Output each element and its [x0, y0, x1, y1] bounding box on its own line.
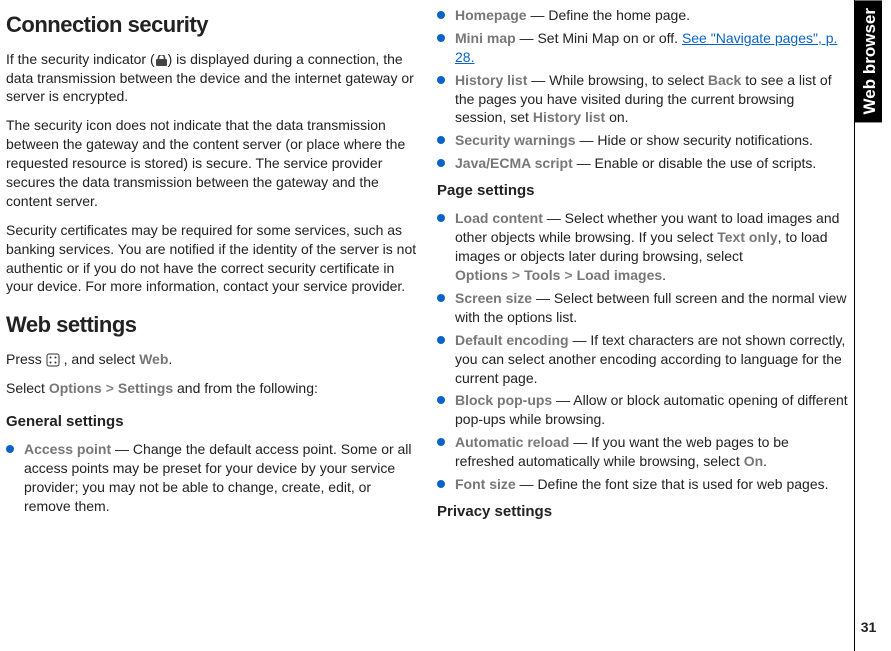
label-screen-size: Screen size: [455, 290, 532, 306]
bullet-icon: [437, 480, 445, 488]
li-text: Load content — Select whether you want t…: [455, 209, 848, 285]
text-fragment: Press: [6, 351, 46, 367]
list-item: Access point — Change the default access…: [6, 440, 417, 516]
text-fragment: If the security indicator (: [6, 51, 155, 67]
text-fragment: , and select: [60, 351, 139, 367]
bullet-icon: [437, 159, 445, 167]
label-homepage: Homepage: [455, 7, 527, 23]
li-text: Security warnings — Hide or show securit…: [455, 131, 848, 150]
para-certificates: Security certificates may be required fo…: [6, 221, 417, 297]
label-default-encoding: Default encoding: [455, 332, 569, 348]
text-fragment: and from the following:: [173, 380, 318, 396]
subhead-page-settings: Page settings: [437, 181, 848, 201]
label-on: On: [744, 453, 763, 469]
bullet-icon: [437, 336, 445, 344]
text-fragment: .: [662, 267, 666, 283]
menu-key-icon: [46, 353, 60, 367]
text-fragment: — Set Mini Map on or off.: [516, 30, 682, 46]
label-web: Web: [139, 351, 168, 367]
label-back: Back: [708, 72, 741, 88]
bullet-icon: [437, 294, 445, 302]
list-item: Automatic reload — If you want the web p…: [437, 433, 848, 471]
label-settings: Settings: [118, 380, 173, 396]
list-item: Homepage — Define the home page.: [437, 6, 848, 25]
list-item: Mini map — Set Mini Map on or off. See "…: [437, 29, 848, 67]
li-text: Access point — Change the default access…: [24, 440, 417, 516]
text-fragment: Select: [6, 380, 49, 396]
para-security-indicator: If the security indicator () is displaye…: [6, 50, 417, 107]
heading-connection-security: Connection security: [6, 10, 417, 40]
bullet-icon: [6, 445, 14, 453]
text-fragment: — Define the font size that is used for …: [516, 476, 829, 492]
bullet-icon: [437, 438, 445, 446]
text-fragment: .: [168, 351, 172, 367]
side-tab-label: Web browser: [855, 0, 882, 122]
list-general-settings: Access point — Change the default access…: [6, 440, 417, 520]
subhead-general-settings: General settings: [6, 412, 417, 432]
list-item: Screen size — Select between full screen…: [437, 289, 848, 327]
text-fragment: .: [763, 453, 767, 469]
list-item: Java/ECMA script — Enable or disable the…: [437, 154, 848, 173]
text-fragment: on.: [605, 109, 628, 125]
list-item: Security warnings — Hide or show securit…: [437, 131, 848, 150]
label-java-ecma: Java/ECMA script: [455, 155, 573, 171]
left-column: Connection security If the security indi…: [0, 0, 427, 651]
para-select-options: Select Options>Settings and from the fol…: [6, 379, 417, 398]
chevron-right-icon: >: [560, 267, 576, 283]
side-tab: Web browser 31: [854, 0, 882, 651]
label-security-warnings: Security warnings: [455, 132, 576, 148]
label-tools: Tools: [524, 267, 560, 283]
list-item: Block pop-ups — Allow or block automatic…: [437, 391, 848, 429]
li-text: Screen size — Select between full screen…: [455, 289, 848, 327]
chevron-right-icon: >: [508, 267, 524, 283]
text-fragment: — Define the home page.: [527, 7, 690, 23]
li-text: Homepage — Define the home page.: [455, 6, 848, 25]
list-item: Default encoding — If text characters ar…: [437, 331, 848, 388]
para-press-select: Press , and select Web.: [6, 350, 417, 369]
li-text: Block pop-ups — Allow or block automatic…: [455, 391, 848, 429]
label-font-size: Font size: [455, 476, 516, 492]
bullet-icon: [437, 214, 445, 222]
list-item: Font size — Define the font size that is…: [437, 475, 848, 494]
li-text: History list — While browsing, to select…: [455, 71, 848, 128]
heading-web-settings: Web settings: [6, 310, 417, 340]
bullet-icon: [437, 396, 445, 404]
li-text: Mini map — Set Mini Map on or off. See "…: [455, 29, 848, 67]
label-text-only: Text only: [717, 229, 777, 245]
label-automatic-reload: Automatic reload: [455, 434, 569, 450]
text-fragment: — While browsing, to select: [527, 72, 708, 88]
para-security-icon-note: The security icon does not indicate that…: [6, 116, 417, 210]
li-text: Default encoding — If text characters ar…: [455, 331, 848, 388]
li-text: Java/ECMA script — Enable or disable the…: [455, 154, 848, 173]
bullet-icon: [437, 34, 445, 42]
li-text: Automatic reload — If you want the web p…: [455, 433, 848, 471]
right-column: Homepage — Define the home page. Mini ma…: [427, 0, 854, 651]
label-options: Options: [49, 380, 102, 396]
text-fragment: — Enable or disable the use of scripts.: [573, 155, 817, 171]
label-load-content: Load content: [455, 210, 543, 226]
label-history-list-inline: History list: [533, 109, 605, 125]
page-number: 31: [861, 618, 877, 651]
label-access-point: Access point: [24, 441, 111, 457]
label-mini-map: Mini map: [455, 30, 516, 46]
list-item: Load content — Select whether you want t…: [437, 209, 848, 285]
list-item: History list — While browsing, to select…: [437, 71, 848, 128]
list-general-settings-continued: Homepage — Define the home page. Mini ma…: [437, 6, 848, 177]
text-fragment: — Hide or show security notifications.: [576, 132, 813, 148]
li-text: Font size — Define the font size that is…: [455, 475, 848, 494]
label-block-popups: Block pop-ups: [455, 392, 552, 408]
bullet-icon: [437, 136, 445, 144]
lock-icon: [155, 55, 168, 66]
bullet-icon: [437, 76, 445, 84]
list-page-settings: Load content — Select whether you want t…: [437, 209, 848, 497]
bullet-icon: [437, 11, 445, 19]
label-history-list: History list: [455, 72, 527, 88]
label-load-images: Load images: [577, 267, 663, 283]
label-options-inline: Options: [455, 267, 508, 283]
subhead-privacy-settings: Privacy settings: [437, 502, 848, 522]
chevron-right-icon: >: [102, 380, 118, 396]
